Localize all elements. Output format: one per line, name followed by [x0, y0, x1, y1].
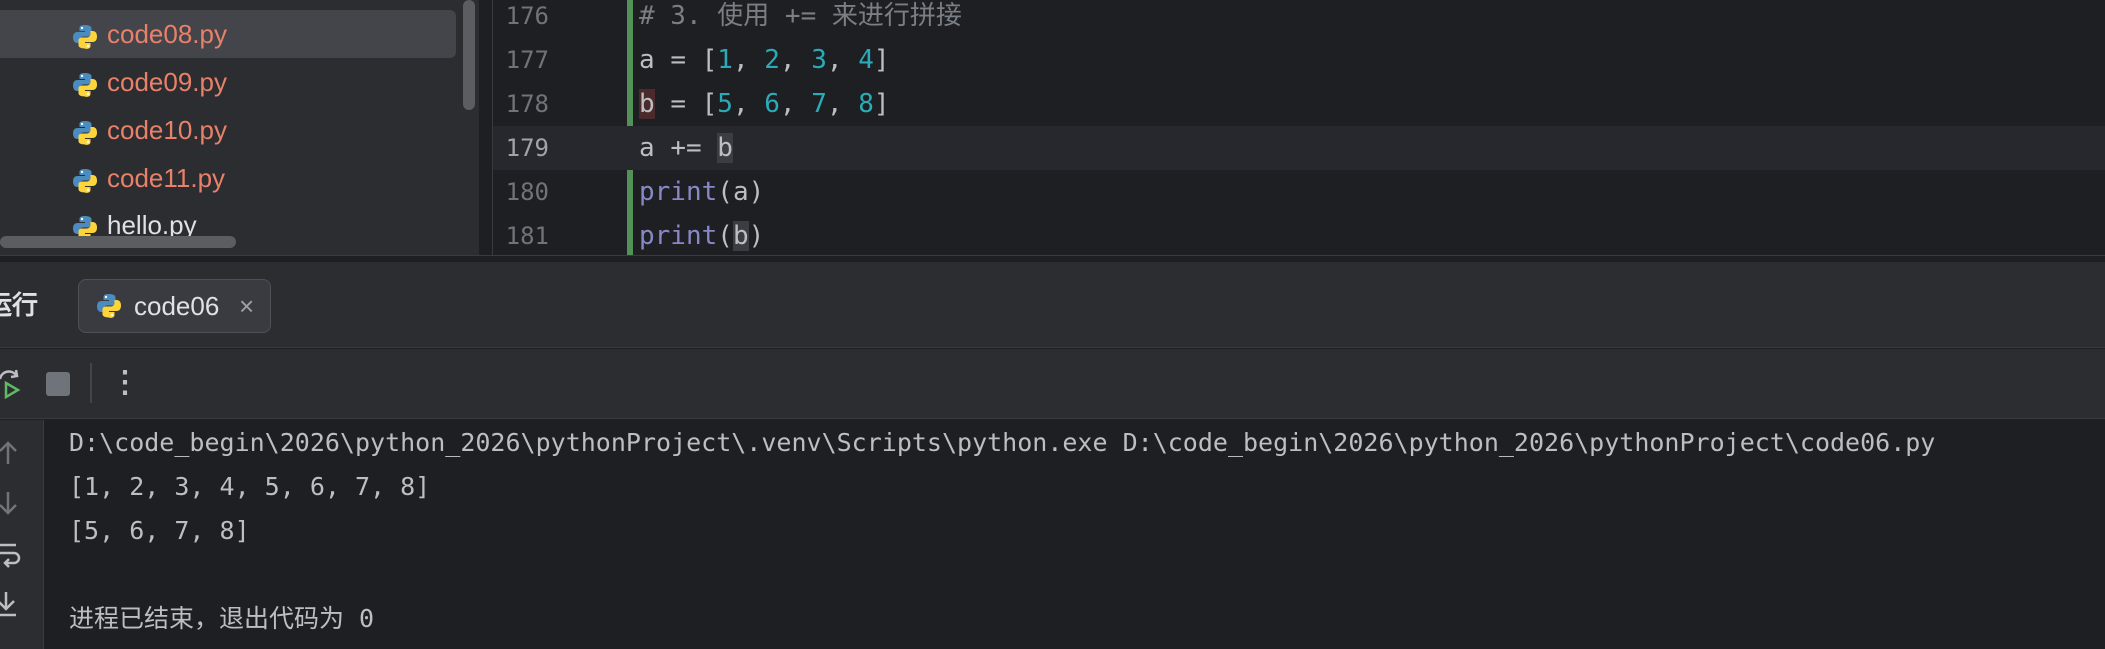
run-tool-window-header: 运行 code06 ×	[0, 262, 2105, 348]
console-line: [5, 6, 7, 8]	[69, 516, 250, 545]
code-line[interactable]: 176 # 3. 使用 += 来进行拼接	[493, 0, 2105, 38]
horizontal-scrollbar[interactable]	[0, 236, 236, 248]
line-number: 177	[505, 46, 549, 74]
line-number: 180	[505, 178, 549, 206]
code-line[interactable]: 180 print(a)	[493, 170, 2105, 214]
code-line[interactable]: 181 print(b)	[493, 214, 2105, 258]
scroll-to-end-icon[interactable]	[0, 588, 24, 618]
more-vertical-icon[interactable]: ⋮	[110, 359, 140, 407]
code-editor[interactable]: 176 # 3. 使用 += 来进行拼接 177 a = [1, 2, 3, 4…	[492, 0, 2105, 255]
console-line: 进程已结束，退出代码为 0	[69, 604, 375, 633]
console-line: D:\code_begin\2026\python_2026\pythonPro…	[69, 428, 1936, 457]
code-text: a = [1, 2, 3, 4]	[639, 45, 890, 75]
python-file-icon	[97, 294, 121, 318]
close-icon[interactable]: ×	[239, 280, 254, 332]
run-toolbar: ⋮	[0, 349, 2105, 419]
code-line[interactable]: 178 b = [5, 6, 7, 8]	[493, 82, 2105, 126]
line-number: 179	[505, 134, 549, 162]
run-window-title: 运行	[0, 290, 39, 320]
file-name: code08.py	[107, 19, 227, 49]
line-number: 181	[505, 222, 549, 250]
pane-divider[interactable]	[0, 255, 2105, 260]
line-number: 178	[505, 90, 549, 118]
code-line[interactable]: 177 a = [1, 2, 3, 4]	[493, 38, 2105, 82]
stop-icon[interactable]	[46, 372, 70, 396]
tree-file-code10[interactable]: code10.py	[0, 106, 456, 154]
python-file-icon	[73, 121, 97, 145]
run-tab-label: code06	[134, 291, 220, 321]
run-tab-code06[interactable]: code06 ×	[78, 279, 271, 333]
console-toolbar	[0, 420, 44, 649]
tree-file-code11[interactable]: code11.py	[0, 154, 456, 202]
code-text: print(b)	[639, 221, 765, 251]
console-line: [1, 2, 3, 4, 5, 6, 7, 8]	[69, 472, 431, 501]
soft-wrap-icon[interactable]	[0, 538, 24, 568]
python-file-icon	[73, 25, 97, 49]
top-area: code08.py code09.py code10.py code11.py …	[0, 0, 2105, 260]
toolbar-separator	[90, 363, 92, 403]
code-line-current[interactable]: 179 a += b	[493, 126, 2105, 170]
arrow-down-icon[interactable]	[0, 488, 24, 518]
tree-file-code09[interactable]: code09.py	[0, 58, 456, 106]
code-text: b = [5, 6, 7, 8]	[639, 89, 890, 119]
arrow-up-icon[interactable]	[0, 438, 24, 468]
file-name: code09.py	[107, 67, 227, 97]
tree-file-code08[interactable]: code08.py	[0, 10, 456, 58]
file-name: code11.py	[107, 163, 226, 193]
rerun-icon[interactable]	[0, 369, 24, 399]
vertical-scrollbar[interactable]	[463, 0, 475, 110]
python-file-icon	[73, 169, 97, 193]
project-tree: code08.py code09.py code10.py code11.py …	[0, 0, 480, 255]
line-number: 176	[505, 2, 549, 30]
console-output[interactable]: D:\code_begin\2026\python_2026\pythonPro…	[45, 420, 2105, 649]
code-text: a += b	[639, 133, 733, 163]
python-file-icon	[73, 73, 97, 97]
code-text: # 3. 使用 += 来进行拼接	[639, 1, 962, 31]
code-text: print(a)	[639, 177, 765, 207]
file-name: code10.py	[107, 115, 227, 145]
